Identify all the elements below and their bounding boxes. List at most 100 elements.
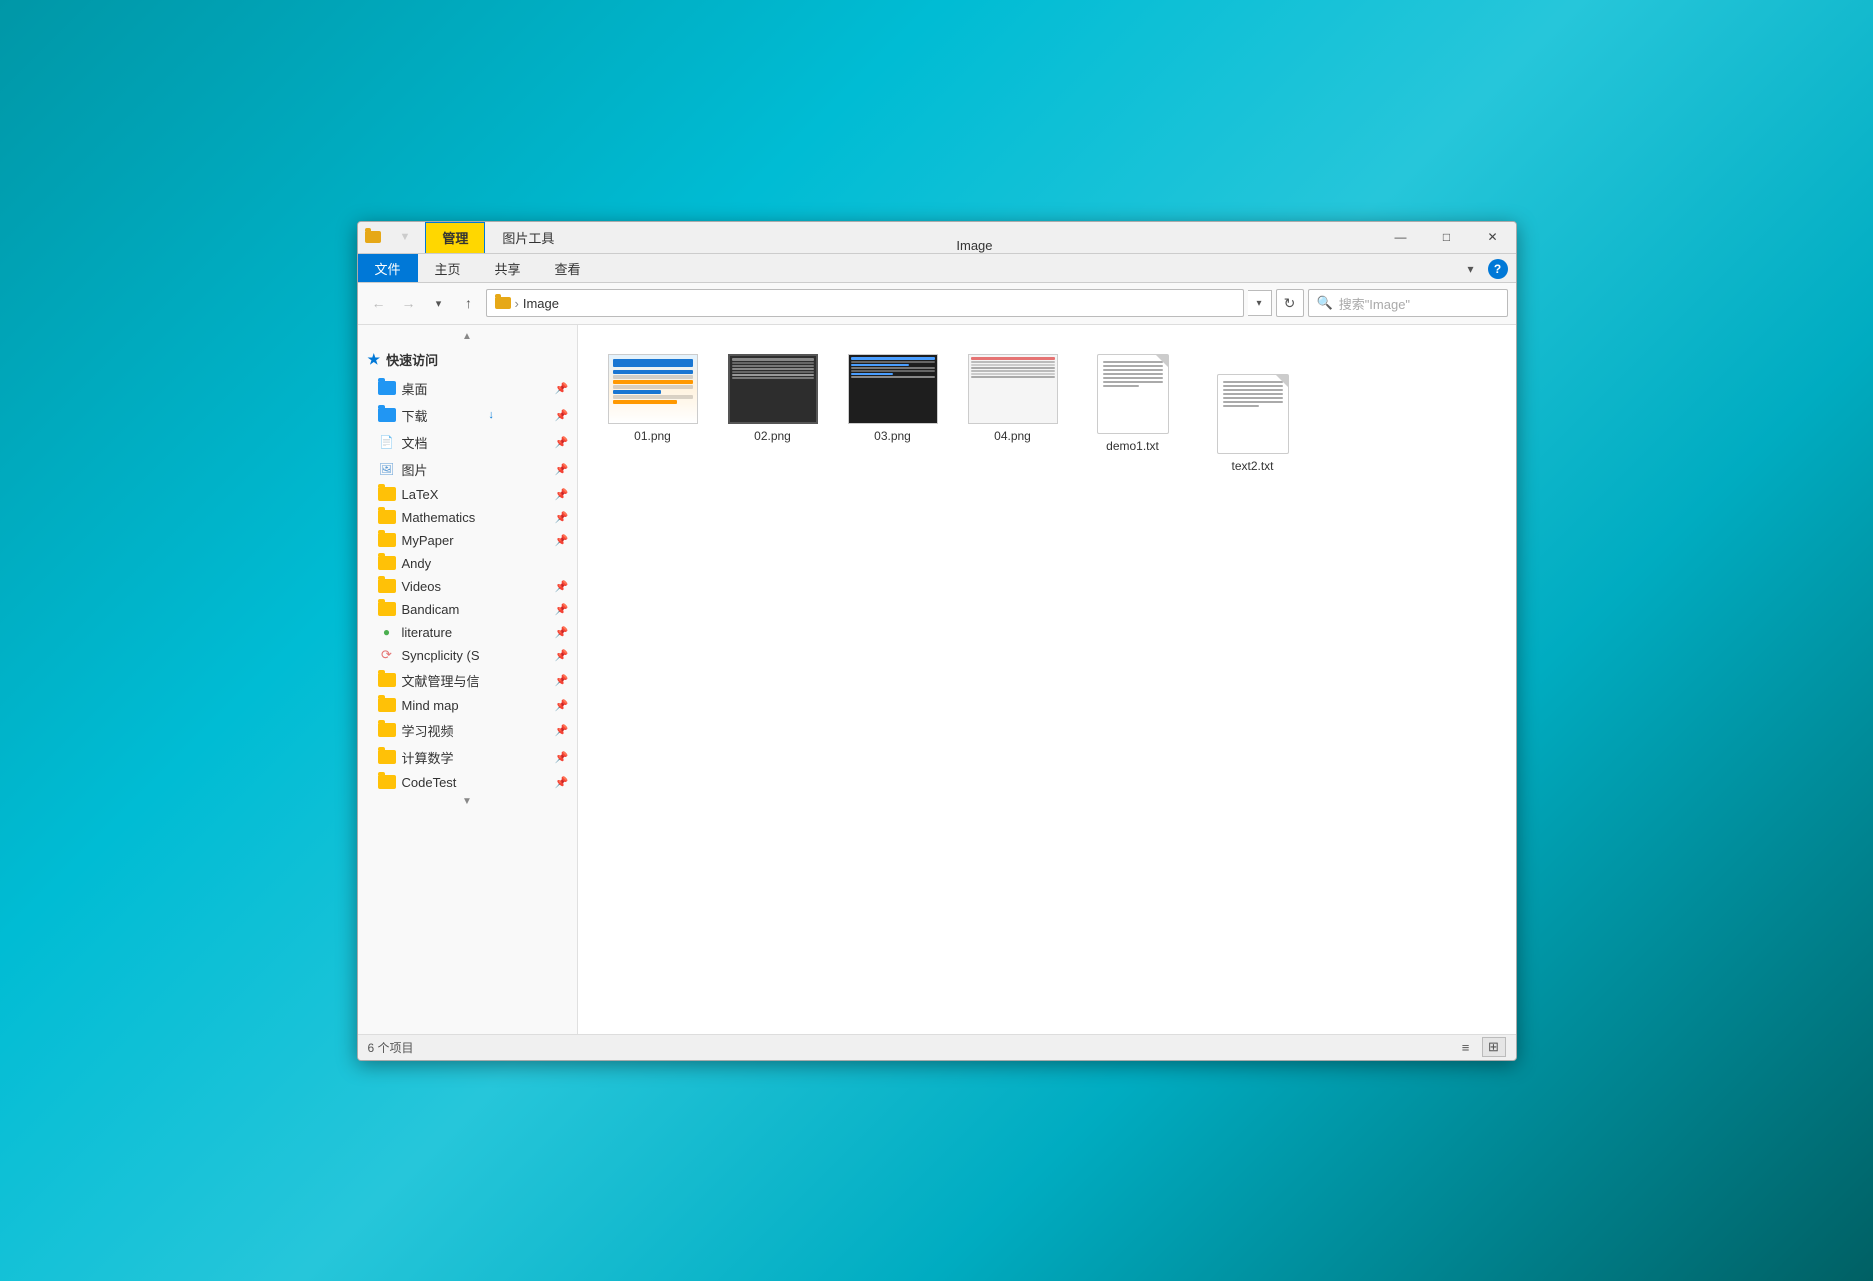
img-icon: 🖼 xyxy=(378,462,396,476)
icon-view-button[interactable]: ⊞ xyxy=(1482,1037,1506,1057)
file-thumbnail-01 xyxy=(608,354,698,424)
folder-icon xyxy=(378,775,396,789)
address-bar: ← → ▾ ↑ › Image ▾ ↻ 🔍 搜索"Image" xyxy=(358,283,1516,325)
sidebar-item-references[interactable]: 文献管理与信 📌 xyxy=(358,667,577,694)
file-item-01png[interactable]: 01.png xyxy=(598,345,708,482)
item-count: 6 个项目 xyxy=(368,1039,414,1056)
quick-access-toolbar[interactable]: ▼ xyxy=(395,224,416,250)
file-item-04png[interactable]: 04.png xyxy=(958,345,1068,482)
sidebar-scroll-up[interactable]: ▲ xyxy=(462,331,472,342)
sidebar-item-compmath[interactable]: 计算数学 📌 xyxy=(358,744,577,771)
sidebar-item-documents[interactable]: 📄 文档 📌 xyxy=(358,429,577,456)
sidebar-item-studyvideos[interactable]: 学习视频 📌 xyxy=(358,717,577,744)
list-view-button[interactable]: ≡ xyxy=(1454,1037,1478,1057)
ribbon-tab-list: 文件 主页 共享 查看 ▾ ? xyxy=(358,254,1516,282)
maximize-button[interactable]: □ xyxy=(1424,222,1470,253)
pin-icon: 📌 xyxy=(555,534,569,547)
file-name-demo1txt: demo1.txt xyxy=(1106,439,1159,453)
txt-icon-demo1 xyxy=(1097,354,1169,434)
folder-icon xyxy=(378,533,396,547)
file-thumbnail-03 xyxy=(848,354,938,424)
sidebar-item-downloads[interactable]: 下载 ↓ 📌 xyxy=(358,402,577,429)
tab-file[interactable]: 文件 xyxy=(358,254,418,282)
sidebar-item-andy[interactable]: Andy xyxy=(358,552,577,575)
forward-button[interactable]: → xyxy=(396,290,422,316)
tab-view[interactable]: 查看 xyxy=(538,254,598,282)
sidebar: ▲ ★ 快速访问 桌面 📌 下载 ↓ 📌 📄 文档 xyxy=(358,325,578,1034)
pin-icon-2: 📌 xyxy=(555,409,569,422)
file-item-text2txt[interactable]: text2.txt xyxy=(1198,365,1308,482)
tab-image-tools[interactable]: 图片工具 xyxy=(485,222,571,253)
sidebar-item-videos[interactable]: Videos 📌 xyxy=(358,575,577,598)
pin-icon: 📌 xyxy=(555,511,569,524)
sidebar-item-latex[interactable]: LaTeX 📌 xyxy=(358,483,577,506)
folder-icon xyxy=(378,673,396,687)
address-path-box[interactable]: › Image xyxy=(486,289,1244,317)
pin-icon: 📌 xyxy=(555,751,569,764)
minimize-button[interactable]: — xyxy=(1378,222,1424,253)
path-folder-icon xyxy=(495,297,511,309)
address-dropdown-btn[interactable]: ▾ xyxy=(1248,290,1272,316)
close-button[interactable]: ✕ xyxy=(1470,222,1516,253)
file-name-01png: 01.png xyxy=(634,429,671,443)
folder-icon xyxy=(378,487,396,501)
folder-icon xyxy=(378,750,396,764)
refresh-button[interactable]: ↻ xyxy=(1276,289,1304,317)
sidebar-item-pictures[interactable]: 🖼 图片 📌 xyxy=(358,456,577,483)
status-bar: 6 个项目 ≡ ⊞ xyxy=(358,1034,1516,1060)
folder-icon xyxy=(378,408,396,422)
file-item-02png[interactable]: 02.png xyxy=(718,345,828,482)
file-thumbnail-02 xyxy=(728,354,818,424)
pin-icon: 📌 xyxy=(555,649,569,662)
file-area: 01.png 02 xyxy=(578,325,1516,1034)
tab-manage[interactable]: 管理 xyxy=(425,222,485,253)
window-controls: — □ ✕ xyxy=(1378,222,1516,253)
sidebar-item-literature[interactable]: ● literature 📌 xyxy=(358,621,577,644)
sidebar-item-codetest[interactable]: CodeTest 📌 xyxy=(358,771,577,794)
sidebar-scroll-down[interactable]: ▼ xyxy=(462,796,472,807)
file-thumbnail-04 xyxy=(968,354,1058,424)
pin-icon: 📌 xyxy=(555,674,569,687)
path-current: Image xyxy=(523,296,559,311)
pin-icon: 📌 xyxy=(555,699,569,712)
file-name-02png: 02.png xyxy=(754,429,791,443)
sidebar-item-syncplicity[interactable]: ⟳ Syncplicity (S 📌 xyxy=(358,644,577,667)
sidebar-quick-access-header[interactable]: ★ 快速访问 xyxy=(358,344,577,375)
ribbon: 文件 主页 共享 查看 ▾ ? xyxy=(358,254,1516,283)
sync-icon: ⟳ xyxy=(378,648,396,662)
pin-icon: ↓ xyxy=(488,409,494,421)
green-icon: ● xyxy=(378,625,396,639)
path-separator: › xyxy=(515,296,519,311)
search-placeholder-text: 搜索"Image" xyxy=(1339,294,1410,313)
sidebar-item-mathematics[interactable]: Mathematics 📌 xyxy=(358,506,577,529)
search-icon: 🔍 xyxy=(1317,295,1333,311)
file-item-demo1txt[interactable]: demo1.txt xyxy=(1078,345,1188,482)
search-box[interactable]: 🔍 搜索"Image" xyxy=(1308,289,1508,317)
pin-icon: 📌 xyxy=(555,603,569,616)
file-explorer-window: ▼ 管理 图片工具 Image — □ ✕ 文件 主页 xyxy=(357,221,1517,1061)
doc-icon: 📄 xyxy=(378,435,396,449)
status-bar-right: ≡ ⊞ xyxy=(1454,1037,1506,1057)
up-button[interactable]: ↑ xyxy=(456,290,482,316)
folder-icon-title xyxy=(364,228,382,246)
txt-icon-text2 xyxy=(1217,374,1289,454)
folder-icon xyxy=(378,723,396,737)
sidebar-item-desktop[interactable]: 桌面 📌 xyxy=(358,375,577,402)
help-btn[interactable]: ? xyxy=(1488,259,1508,279)
folder-icon xyxy=(378,602,396,616)
back-button[interactable]: ← xyxy=(366,290,392,316)
file-item-03png[interactable]: 03.png xyxy=(838,345,948,482)
sidebar-item-mindmap[interactable]: Mind map 📌 xyxy=(358,694,577,717)
tab-share[interactable]: 共享 xyxy=(478,254,538,282)
pin-icon: 📌 xyxy=(555,724,569,737)
sidebar-item-bandicam[interactable]: Bandicam 📌 xyxy=(358,598,577,621)
pin-icon: 📌 xyxy=(555,488,569,501)
title-bar-left: ▼ xyxy=(358,222,422,253)
tab-home[interactable]: 主页 xyxy=(418,254,478,282)
ribbon-expand-btn[interactable]: ▾ xyxy=(1458,256,1484,282)
file-name-04png: 04.png xyxy=(994,429,1031,443)
sidebar-item-mypaper[interactable]: MyPaper 📌 xyxy=(358,529,577,552)
title-bar: ▼ 管理 图片工具 Image — □ ✕ xyxy=(358,222,1516,254)
folder-icon xyxy=(378,381,396,395)
dropdown-history-btn[interactable]: ▾ xyxy=(426,290,452,316)
